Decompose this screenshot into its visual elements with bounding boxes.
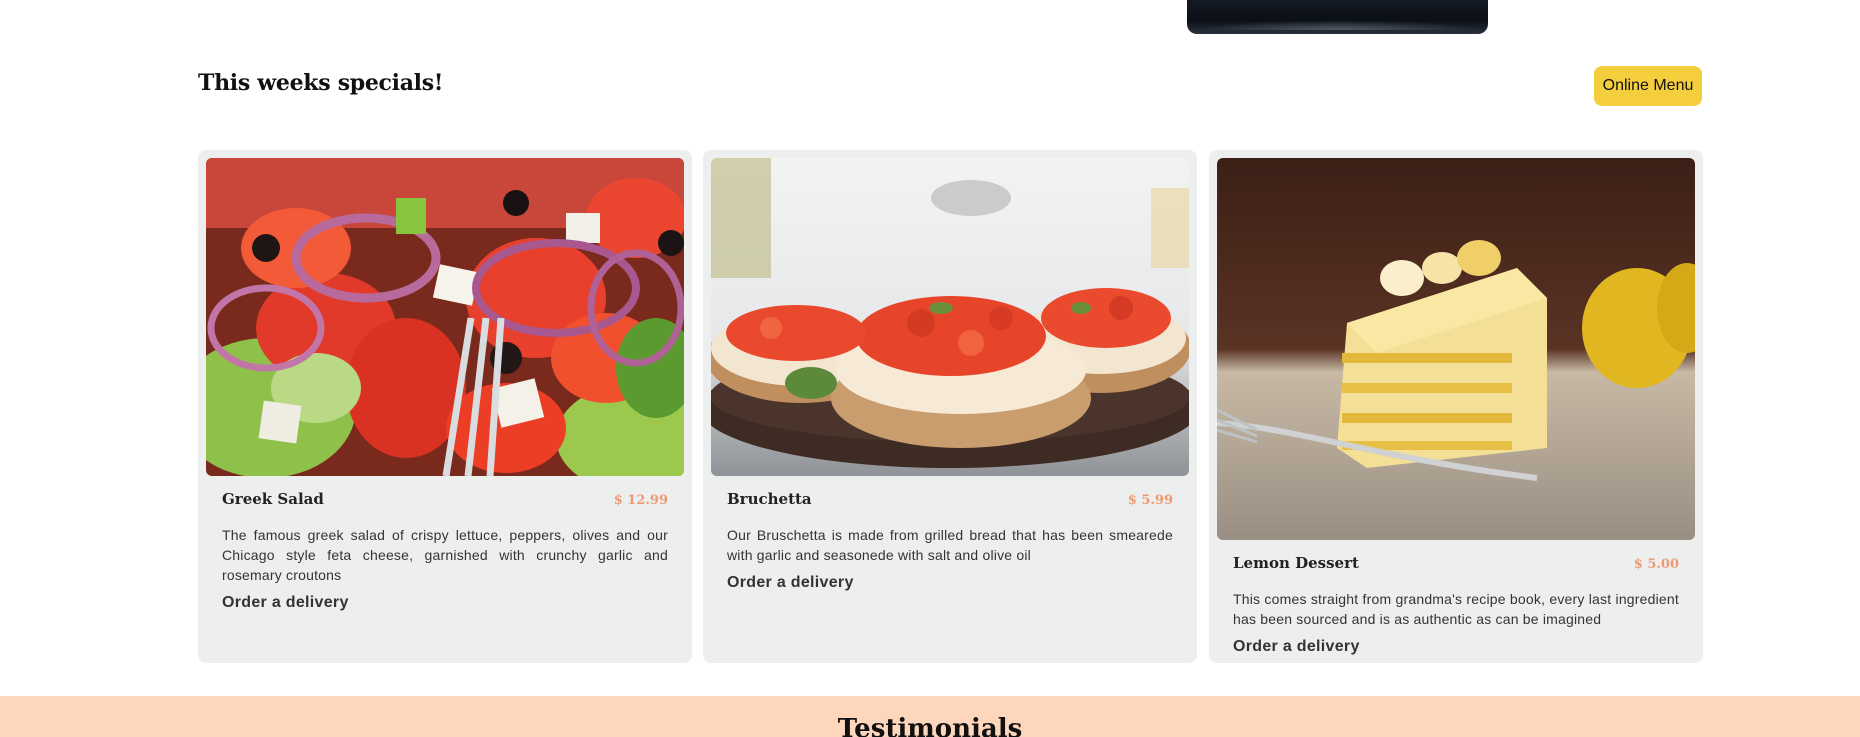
hero-image-bottom	[1187, 0, 1488, 34]
dish-name: Lemon Dessert	[1233, 554, 1359, 572]
testimonials-section: Testimonials	[0, 696, 1860, 737]
special-card-bruchetta: Bruchetta $ 5.99 Our Bruschetta is made …	[703, 150, 1197, 663]
dish-description: The famous greek salad of crispy lettuce…	[222, 527, 668, 583]
dish-price: $ 5.99	[1127, 493, 1173, 508]
bruschetta-image	[711, 158, 1189, 476]
specials-heading: This weeks specials!	[198, 70, 444, 96]
testimonials-heading: Testimonials	[837, 714, 1023, 737]
dish-name: Bruchetta	[727, 490, 812, 508]
dish-price: $ 5.00	[1633, 557, 1679, 572]
order-delivery-link[interactable]: Order a delivery	[222, 594, 349, 612]
dish-description: Our Bruschetta is made from grilled brea…	[727, 527, 1173, 563]
dish-price: $ 12.99	[613, 493, 668, 508]
dish-name: Greek Salad	[222, 490, 324, 508]
special-card-lemon-dessert: Lemon Dessert $ 5.00 This comes straight…	[1209, 150, 1703, 663]
special-card-greek-salad: Greek Salad $ 12.99 The famous greek sal…	[198, 150, 692, 663]
order-delivery-link[interactable]: Order a delivery	[727, 574, 854, 592]
order-delivery-link[interactable]: Order a delivery	[1233, 638, 1360, 656]
lemon-dessert-image	[1217, 158, 1695, 540]
online-menu-button[interactable]: Online Menu	[1594, 66, 1702, 106]
dish-description: This comes straight from grandma's recip…	[1233, 591, 1679, 627]
greek-salad-image	[206, 158, 684, 476]
